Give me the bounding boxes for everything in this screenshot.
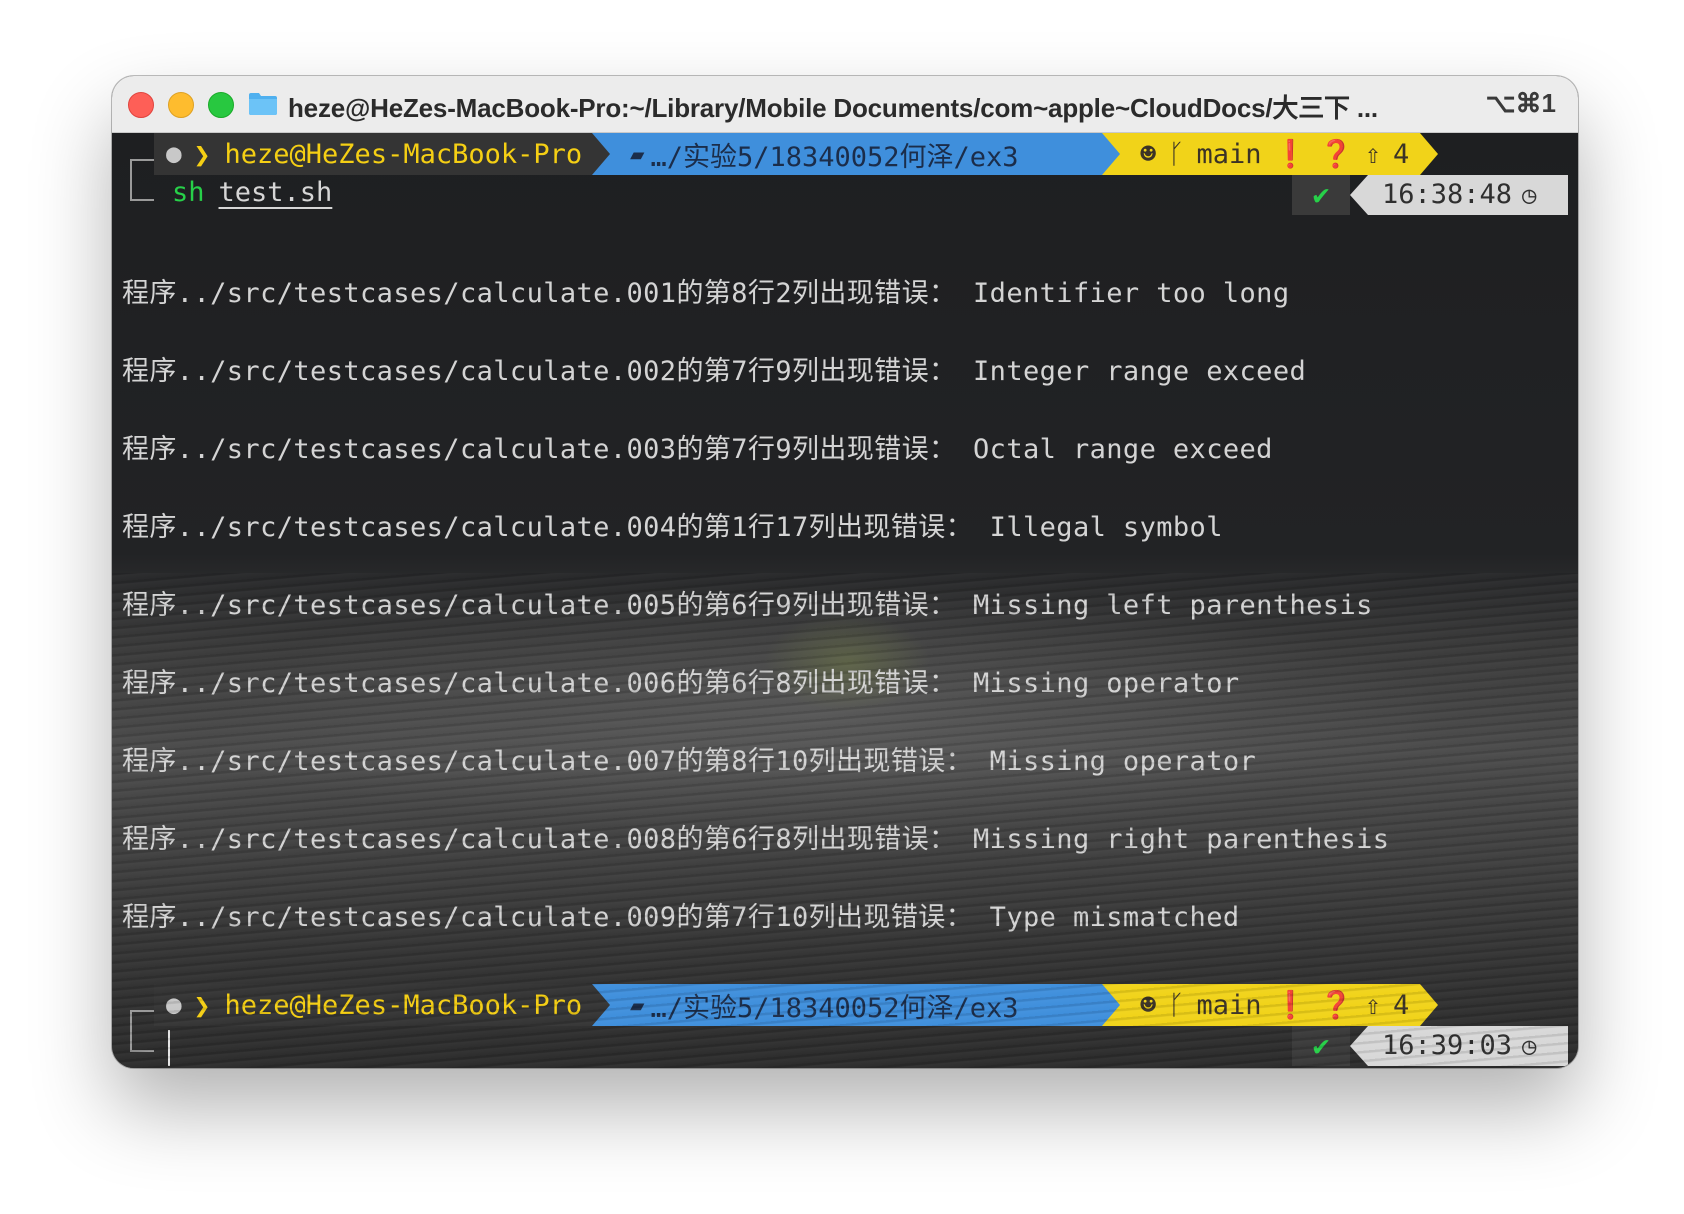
window-title: heze@HeZes-MacBook-Pro:~/Library/Mobile … <box>288 93 1378 123</box>
command-name: sh <box>172 177 205 208</box>
user-host: heze@HeZes-MacBook-Pro <box>224 138 583 170</box>
directory-segment: ▰ …/实验5/18340052何泽/ex3 <box>592 133 1102 175</box>
output-line: 程序../src/testcases/calculate.005的第6行9列出现… <box>122 590 1373 621</box>
minimize-button[interactable] <box>168 92 194 118</box>
github-cat-icon: ☻ <box>1140 989 1157 1021</box>
output-line: 程序../src/testcases/calculate.004的第1行17列出… <box>122 512 1223 543</box>
segment-separator <box>1102 984 1120 1026</box>
right-status: ✔ 16:39:03 ◷ <box>1292 1026 1568 1066</box>
window-shortcut: ⌥⌘1 <box>1485 88 1556 118</box>
prompt-line: ● ❯ heze@HeZes-MacBook-Pro ▰ …/实验5/18340… <box>112 984 1578 1068</box>
segment-end <box>1420 984 1438 1026</box>
question-circle-icon: ❓ <box>1319 990 1353 1021</box>
git-branch-icon: ᚴ <box>1168 989 1185 1021</box>
output-line: 程序../src/testcases/calculate.001的第8行2列出现… <box>122 278 1290 309</box>
directory-segment: ▰ …/实验5/18340052何泽/ex3 <box>592 984 1102 1026</box>
prompt-bracket <box>130 1010 154 1052</box>
command-line: sh test.sh <box>172 177 332 208</box>
branch-name: main <box>1196 989 1262 1021</box>
zoom-button[interactable] <box>208 92 234 118</box>
git-segment: ☻ ᚴ main ❗ ❓ ⇧ 4 <box>1102 133 1420 175</box>
prompt-line: ● ❯ heze@HeZes-MacBook-Pro ▰ …/实验5/18340… <box>112 133 1578 217</box>
github-cat-icon: ☻ <box>1140 138 1157 170</box>
segment-separator <box>1102 133 1120 175</box>
question-circle-icon: ❓ <box>1319 139 1353 170</box>
timestamp: 16:38:48 <box>1382 179 1513 210</box>
folder-icon <box>249 93 277 115</box>
check-icon: ✔ <box>1292 1026 1350 1066</box>
branch-name: main <box>1196 138 1262 170</box>
segment-separator <box>592 984 610 1026</box>
close-button[interactable] <box>128 92 154 118</box>
apple-icon: ● <box>166 139 182 169</box>
right-status: ✔ 16:38:48 ◷ <box>1292 175 1568 215</box>
segment-separator <box>592 133 610 175</box>
clock-icon: ◷ <box>1522 181 1537 209</box>
command-output: 程序../src/testcases/calculate.001的第8行2列出现… <box>122 271 1562 973</box>
directory-path: …/实验5/18340052何泽/ex3 <box>650 141 1019 173</box>
output-line: 程序../src/testcases/calculate.007的第8行10列出… <box>122 746 1257 777</box>
timestamp: 16:39:03 <box>1382 1030 1513 1061</box>
chevron-right-icon: ❯ <box>193 988 211 1022</box>
git-segment: ☻ ᚴ main ❗ ❓ ⇧ 4 <box>1102 984 1420 1026</box>
folder-open-icon: ▰ <box>630 140 645 168</box>
output-line: 程序../src/testcases/calculate.003的第7行9列出现… <box>122 434 1273 465</box>
text-cursor[interactable] <box>168 1030 170 1066</box>
prompt-bracket <box>130 159 154 201</box>
exclamation-circle-icon: ❗ <box>1273 990 1308 1021</box>
segment-separator <box>1350 175 1368 215</box>
output-line: 程序../src/testcases/calculate.008的第6行8列出现… <box>122 824 1390 855</box>
clock-icon: ◷ <box>1522 1032 1537 1060</box>
ahead-count: 4 <box>1393 989 1410 1021</box>
check-icon: ✔ <box>1292 175 1350 215</box>
git-branch-icon: ᚴ <box>1168 138 1185 170</box>
terminal-window: heze@HeZes-MacBook-Pro:~/Library/Mobile … <box>112 76 1578 1068</box>
output-line: 程序../src/testcases/calculate.009的第7行10列出… <box>122 902 1240 933</box>
output-line: 程序../src/testcases/calculate.006的第6行8列出现… <box>122 668 1240 699</box>
segment-end <box>1420 133 1438 175</box>
directory-path: …/实验5/18340052何泽/ex3 <box>650 992 1019 1024</box>
command-argument: test.sh <box>218 177 333 208</box>
time-segment: 16:38:48 ◷ <box>1368 175 1568 215</box>
ahead-count: 4 <box>1393 138 1410 170</box>
apple-icon: ● <box>166 990 182 1020</box>
terminal-content[interactable]: ● ❯ heze@HeZes-MacBook-Pro ▰ …/实验5/18340… <box>112 133 1578 1068</box>
output-line: 程序../src/testcases/calculate.002的第7行9列出现… <box>122 356 1307 387</box>
exclamation-circle-icon: ❗ <box>1273 139 1308 170</box>
user-host-segment: ● ❯ heze@HeZes-MacBook-Pro <box>154 984 592 1026</box>
arrow-up-circle-icon: ⇧ <box>1364 989 1382 1021</box>
folder-open-icon: ▰ <box>630 991 645 1019</box>
time-segment: 16:39:03 ◷ <box>1368 1026 1568 1066</box>
user-host: heze@HeZes-MacBook-Pro <box>224 989 583 1021</box>
chevron-right-icon: ❯ <box>193 137 211 171</box>
title-bar[interactable]: heze@HeZes-MacBook-Pro:~/Library/Mobile … <box>112 76 1578 133</box>
segment-separator <box>1350 1026 1368 1066</box>
user-host-segment: ● ❯ heze@HeZes-MacBook-Pro <box>154 133 592 175</box>
arrow-up-circle-icon: ⇧ <box>1364 138 1382 170</box>
